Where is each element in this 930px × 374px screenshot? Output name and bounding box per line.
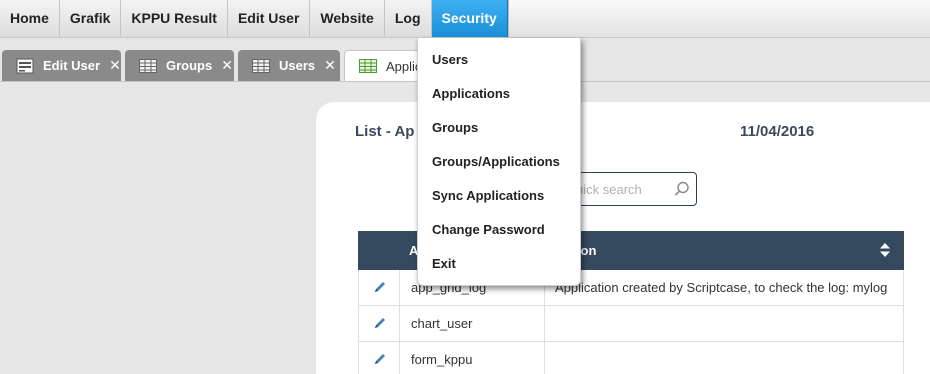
dropdown-item-groups[interactable]: Groups xyxy=(432,120,478,135)
pencil-icon[interactable] xyxy=(373,316,387,330)
search-icon[interactable] xyxy=(674,181,690,197)
table-row: chart_user xyxy=(358,306,904,342)
menu-website[interactable]: Website xyxy=(310,0,385,37)
menu-edit-user[interactable]: Edit User xyxy=(227,0,311,37)
tab-groups[interactable]: Groups ✕ xyxy=(125,50,234,81)
search-placeholder: uick search xyxy=(576,182,642,197)
menu-grafik[interactable]: Grafik xyxy=(59,0,122,37)
menu-security[interactable]: Security xyxy=(431,0,508,37)
dropdown-item-change-password[interactable]: Change Password xyxy=(432,222,545,237)
tab-edit-user-label: Edit User xyxy=(43,58,101,73)
dropdown-item-groups-applications[interactable]: Groups/Applications xyxy=(432,154,560,169)
application-name: form_kppu xyxy=(411,352,473,367)
grid-icon xyxy=(252,58,270,74)
dropdown-item-exit[interactable]: Exit xyxy=(432,256,456,271)
page-title: List - Ap xyxy=(355,123,415,140)
date-label: 11/04/2016 xyxy=(740,123,815,140)
close-icon[interactable]: ✕ xyxy=(324,57,336,74)
menu-log[interactable]: Log xyxy=(384,0,432,37)
security-dropdown: Users Applications Groups Groups/Applica… xyxy=(417,38,581,286)
tab-edit-user[interactable]: Edit User ✕ xyxy=(2,50,121,81)
menu-kppu-result[interactable]: KPPU Result xyxy=(121,0,228,37)
grid-icon xyxy=(359,58,377,74)
dropdown-item-applications[interactable]: Applications xyxy=(432,86,510,101)
sort-icon[interactable] xyxy=(880,243,890,257)
menu-bar: Home Grafik KPPU Result Edit User Websit… xyxy=(0,0,930,38)
pencil-icon[interactable] xyxy=(373,280,387,294)
table-row: form_kppu xyxy=(358,342,904,374)
tab-groups-label: Groups xyxy=(166,58,213,73)
dropdown-item-sync-applications[interactable]: Sync Applications xyxy=(432,188,544,203)
grid-icon xyxy=(139,58,157,74)
close-icon[interactable]: ✕ xyxy=(221,57,233,74)
form-icon xyxy=(16,58,34,74)
application-name: chart_user xyxy=(411,316,473,331)
tab-users-label: Users xyxy=(279,58,316,73)
tab-users[interactable]: Users ✕ xyxy=(238,50,340,81)
main-menu: Home Grafik KPPU Result Edit User Websit… xyxy=(0,0,509,37)
dropdown-item-users[interactable]: Users xyxy=(432,52,468,67)
menu-home[interactable]: Home xyxy=(0,0,60,37)
application-description: Application created by Scriptcase, to ch… xyxy=(555,280,888,295)
close-icon[interactable]: ✕ xyxy=(109,57,121,74)
pencil-icon[interactable] xyxy=(373,352,387,366)
